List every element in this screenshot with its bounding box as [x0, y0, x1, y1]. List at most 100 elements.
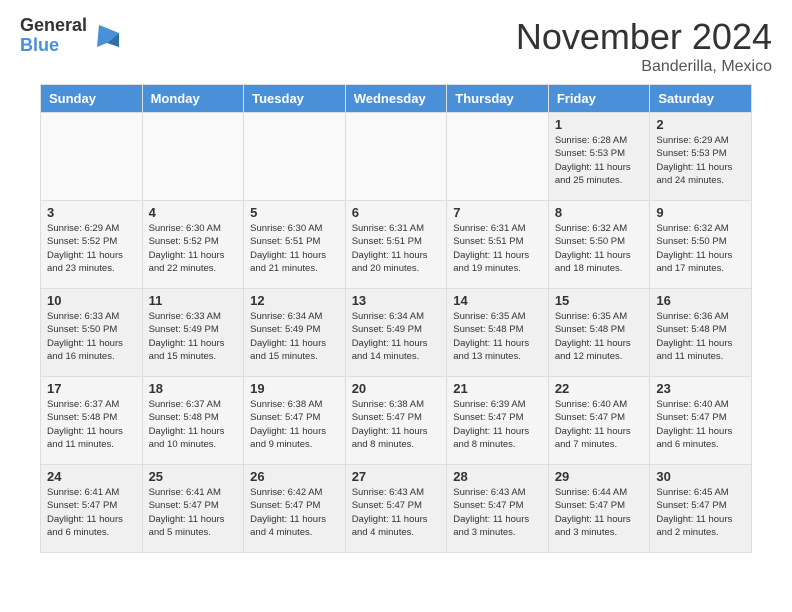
calendar-week-1: 1 Sunrise: 6:28 AM Sunset: 5:53 PM Daylig…	[41, 113, 752, 201]
calendar-cell: 24Sunrise: 6:41 AM Sunset: 5:47 PM Dayli…	[41, 465, 143, 553]
cell-info: Sunrise: 6:30 AM Sunset: 5:52 PM Dayligh…	[149, 222, 238, 275]
cell-info: Sunrise: 6:34 AM Sunset: 5:49 PM Dayligh…	[352, 310, 441, 363]
calendar-cell: 21Sunrise: 6:39 AM Sunset: 5:47 PM Dayli…	[447, 377, 549, 465]
calendar-cell: 18Sunrise: 6:37 AM Sunset: 5:48 PM Dayli…	[142, 377, 244, 465]
cell-info: Sunrise: 6:32 AM Sunset: 5:50 PM Dayligh…	[555, 222, 644, 275]
day-number: 17	[47, 381, 136, 396]
calendar-week-3: 10Sunrise: 6:33 AM Sunset: 5:50 PM Dayli…	[41, 289, 752, 377]
day-number: 6	[352, 205, 441, 220]
day-number: 30	[656, 469, 745, 484]
calendar-cell: 7Sunrise: 6:31 AM Sunset: 5:51 PM Daylig…	[447, 201, 549, 289]
calendar-table: SundayMondayTuesdayWednesdayThursdayFrid…	[40, 84, 752, 553]
day-number: 25	[149, 469, 238, 484]
calendar-cell	[41, 113, 143, 201]
cell-info: Sunrise: 6:43 AM Sunset: 5:47 PM Dayligh…	[352, 486, 441, 539]
calendar-cell: 26 Sunrise: 6:42 AM Sunset: 5:47 PM Dayli…	[244, 465, 346, 553]
day-number: 9	[656, 205, 745, 220]
calendar-cell: 9 Sunrise: 6:32 AM Sunset: 5:50 PM Daylig…	[650, 201, 752, 289]
calendar-cell: 17 Sunrise: 6:37 AM Sunset: 5:48 PM Dayli…	[41, 377, 143, 465]
day-number: 13	[352, 293, 441, 308]
calendar-cell: 16Sunrise: 6:36 AM Sunset: 5:48 PM Dayli…	[650, 289, 752, 377]
calendar-cell: 5 Sunrise: 6:30 AM Sunset: 5:51 PM Daylig…	[244, 201, 346, 289]
day-number: 5	[250, 205, 339, 220]
cell-info: Sunrise: 6:40 AM Sunset: 5:47 PM Dayligh…	[555, 398, 644, 451]
day-number: 11	[149, 293, 238, 308]
calendar-cell	[244, 113, 346, 201]
calendar-cell	[345, 113, 447, 201]
cell-info: Sunrise: 6:43 AM Sunset: 5:47 PM Dayligh…	[453, 486, 542, 539]
day-number: 8	[555, 205, 644, 220]
day-number: 24	[47, 469, 136, 484]
day-number: 12	[250, 293, 339, 308]
calendar-cell	[142, 113, 244, 201]
calendar-cell: 6 Sunrise: 6:31 AM Sunset: 5:51 PM Daylig…	[345, 201, 447, 289]
calendar-cell: 10Sunrise: 6:33 AM Sunset: 5:50 PM Dayli…	[41, 289, 143, 377]
calendar-cell: 11 Sunrise: 6:33 AM Sunset: 5:49 PM Dayli…	[142, 289, 244, 377]
page-header: General Blue November 2024 Banderilla, M…	[0, 0, 792, 84]
day-number: 28	[453, 469, 542, 484]
day-number: 26	[250, 469, 339, 484]
calendar-cell: 8 Sunrise: 6:32 AM Sunset: 5:50 PM Daylig…	[548, 201, 650, 289]
calendar-cell: 20 Sunrise: 6:38 AM Sunset: 5:47 PM Dayli…	[345, 377, 447, 465]
day-number: 29	[555, 469, 644, 484]
calendar-cell: 28 Sunrise: 6:43 AM Sunset: 5:47 PM Dayli…	[447, 465, 549, 553]
cell-info: Sunrise: 6:32 AM Sunset: 5:50 PM Dayligh…	[656, 222, 745, 275]
weekday-header-sunday: Sunday	[41, 85, 143, 113]
day-number: 23	[656, 381, 745, 396]
calendar-cell: 12 Sunrise: 6:34 AM Sunset: 5:49 PM Dayli…	[244, 289, 346, 377]
day-number: 4	[149, 205, 238, 220]
calendar-week-4: 17 Sunrise: 6:37 AM Sunset: 5:48 PM Dayli…	[41, 377, 752, 465]
weekday-header-wednesday: Wednesday	[345, 85, 447, 113]
cell-info: Sunrise: 6:29 AM Sunset: 5:52 PM Dayligh…	[47, 222, 136, 275]
cell-info: Sunrise: 6:44 AM Sunset: 5:47 PM Dayligh…	[555, 486, 644, 539]
calendar-cell: 4 Sunrise: 6:30 AM Sunset: 5:52 PM Daylig…	[142, 201, 244, 289]
calendar-cell: 3 Sunrise: 6:29 AM Sunset: 5:52 PM Daylig…	[41, 201, 143, 289]
calendar-wrapper: SundayMondayTuesdayWednesdayThursdayFrid…	[0, 84, 792, 553]
weekday-header-monday: Monday	[142, 85, 244, 113]
day-number: 19	[250, 381, 339, 396]
calendar-cell	[447, 113, 549, 201]
day-number: 22	[555, 381, 644, 396]
location: Banderilla, Mexico	[516, 58, 772, 76]
calendar-cell: 30 Sunrise: 6:45 AM Sunset: 5:47 PM Dayli…	[650, 465, 752, 553]
calendar-cell: 1 Sunrise: 6:28 AM Sunset: 5:53 PM Daylig…	[548, 113, 650, 201]
weekday-header-thursday: Thursday	[447, 85, 549, 113]
day-number: 1	[555, 117, 644, 132]
weekday-header-tuesday: Tuesday	[244, 85, 346, 113]
cell-info: Sunrise: 6:34 AM Sunset: 5:49 PM Dayligh…	[250, 310, 339, 363]
logo-blue: Blue	[20, 36, 87, 56]
cell-info: Sunrise: 6:33 AM Sunset: 5:49 PM Dayligh…	[149, 310, 238, 363]
day-number: 3	[47, 205, 136, 220]
cell-info: Sunrise: 6:37 AM Sunset: 5:48 PM Dayligh…	[149, 398, 238, 451]
cell-info: Sunrise: 6:42 AM Sunset: 5:47 PM Dayligh…	[250, 486, 339, 539]
calendar-cell: 15Sunrise: 6:35 AM Sunset: 5:48 PM Dayli…	[548, 289, 650, 377]
calendar-cell: 29 Sunrise: 6:44 AM Sunset: 5:47 PM Dayli…	[548, 465, 650, 553]
weekday-header-saturday: Saturday	[650, 85, 752, 113]
cell-info: Sunrise: 6:41 AM Sunset: 5:47 PM Dayligh…	[149, 486, 238, 539]
day-number: 27	[352, 469, 441, 484]
calendar-week-2: 3 Sunrise: 6:29 AM Sunset: 5:52 PM Daylig…	[41, 201, 752, 289]
cell-info: Sunrise: 6:38 AM Sunset: 5:47 PM Dayligh…	[352, 398, 441, 451]
logo-general: General	[20, 16, 87, 36]
weekday-header-row: SundayMondayTuesdayWednesdayThursdayFrid…	[41, 85, 752, 113]
cell-info: Sunrise: 6:38 AM Sunset: 5:47 PM Dayligh…	[250, 398, 339, 451]
cell-info: Sunrise: 6:29 AM Sunset: 5:53 PM Dayligh…	[656, 134, 745, 187]
cell-info: Sunrise: 6:30 AM Sunset: 5:51 PM Dayligh…	[250, 222, 339, 275]
cell-info: Sunrise: 6:37 AM Sunset: 5:48 PM Dayligh…	[47, 398, 136, 451]
weekday-header-friday: Friday	[548, 85, 650, 113]
logo: General Blue	[20, 16, 121, 56]
title-section: November 2024 Banderilla, Mexico	[516, 16, 772, 76]
cell-info: Sunrise: 6:45 AM Sunset: 5:47 PM Dayligh…	[656, 486, 745, 539]
day-number: 10	[47, 293, 136, 308]
cell-info: Sunrise: 6:28 AM Sunset: 5:53 PM Dayligh…	[555, 134, 644, 187]
cell-info: Sunrise: 6:31 AM Sunset: 5:51 PM Dayligh…	[352, 222, 441, 275]
day-number: 2	[656, 117, 745, 132]
calendar-cell: 19 Sunrise: 6:38 AM Sunset: 5:47 PM Dayli…	[244, 377, 346, 465]
day-number: 7	[453, 205, 542, 220]
calendar-cell: 14Sunrise: 6:35 AM Sunset: 5:48 PM Dayli…	[447, 289, 549, 377]
calendar-cell: 2 Sunrise: 6:29 AM Sunset: 5:53 PM Daylig…	[650, 113, 752, 201]
calendar-cell: 22 Sunrise: 6:40 AM Sunset: 5:47 PM Dayli…	[548, 377, 650, 465]
logo-icon	[91, 21, 121, 51]
page-container: General Blue November 2024 Banderilla, M…	[0, 0, 792, 553]
day-number: 20	[352, 381, 441, 396]
